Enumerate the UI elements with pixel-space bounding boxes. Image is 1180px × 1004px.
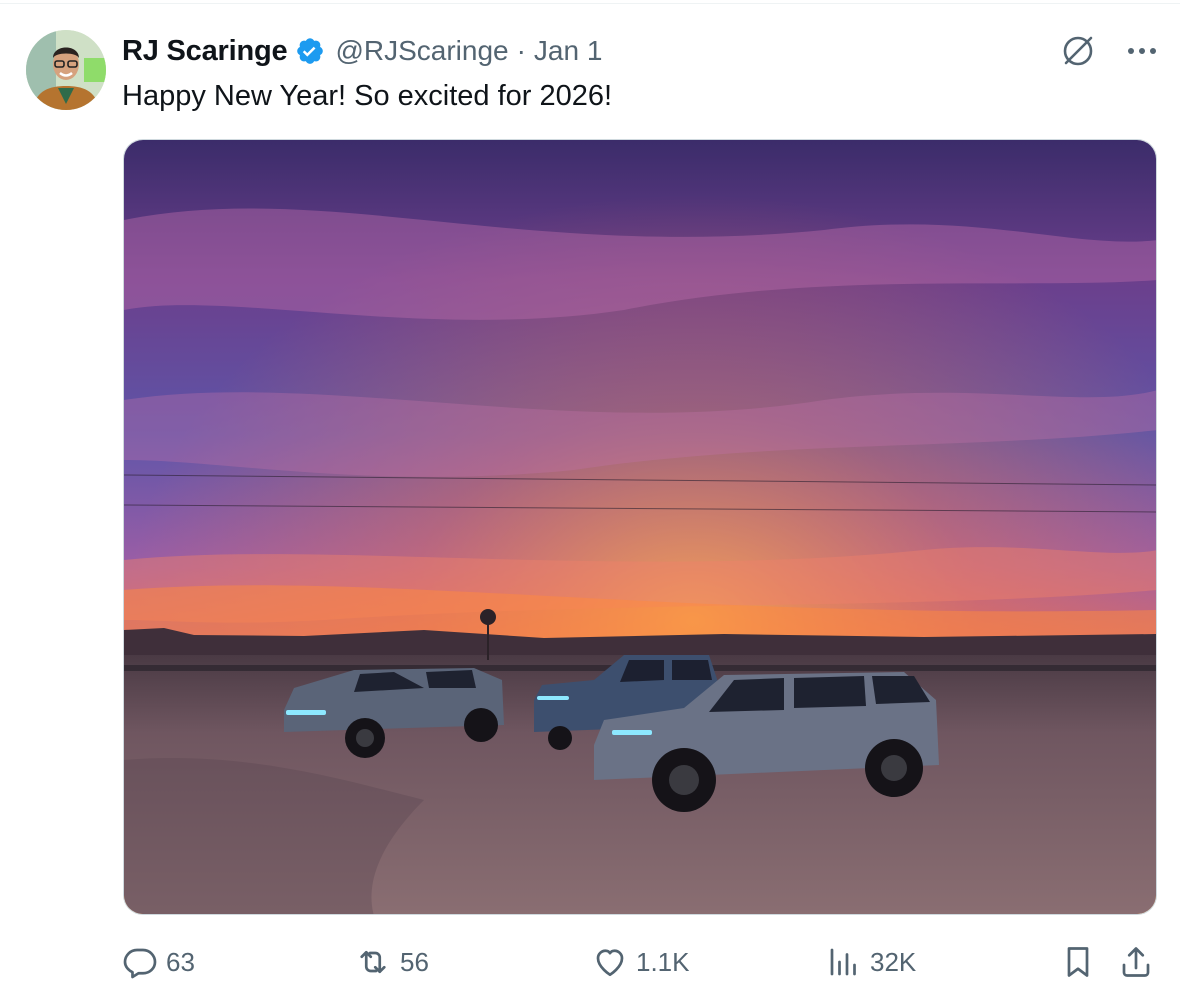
view-count: 32K <box>870 946 917 977</box>
analytics-icon <box>826 944 862 980</box>
reply-button[interactable]: 63 <box>122 940 195 984</box>
action-bar: 63 56 1.1K 32K <box>122 940 1158 984</box>
heart-icon <box>592 944 628 980</box>
more-icon[interactable] <box>1126 46 1158 56</box>
repost-count: 56 <box>400 946 429 977</box>
tweet-header: RJ Scaringe @RJScaringe · Jan 1 <box>122 30 602 72</box>
bookmark-icon <box>1060 944 1096 980</box>
reply-count: 63 <box>166 946 195 977</box>
share-icon <box>1118 944 1154 980</box>
share-button[interactable] <box>1118 940 1154 984</box>
avatar[interactable] <box>26 30 106 110</box>
header-separator: · <box>516 35 526 66</box>
like-button[interactable]: 1.1K <box>592 940 690 984</box>
grok-icon[interactable] <box>1060 33 1096 69</box>
like-count: 1.1K <box>636 946 690 977</box>
reply-icon <box>122 944 158 980</box>
tweet-photo[interactable] <box>123 139 1157 915</box>
tweet-text: Happy New Year! So excited for 2026! <box>122 80 613 112</box>
author-handle[interactable]: @RJScaringe <box>335 35 508 67</box>
header-actions <box>1060 30 1158 72</box>
author-display-name[interactable]: RJ Scaringe <box>122 35 288 68</box>
verified-badge-icon[interactable] <box>295 36 325 66</box>
views-button[interactable]: 32K <box>826 940 916 984</box>
repost-button[interactable]: 56 <box>354 940 429 984</box>
repost-icon <box>354 944 392 980</box>
tweet-card[interactable]: RJ Scaringe @RJScaringe · Jan 1 Happy Ne… <box>0 0 1180 1004</box>
bookmark-button[interactable] <box>1060 940 1096 984</box>
tweet-date[interactable]: Jan 1 <box>534 35 603 67</box>
